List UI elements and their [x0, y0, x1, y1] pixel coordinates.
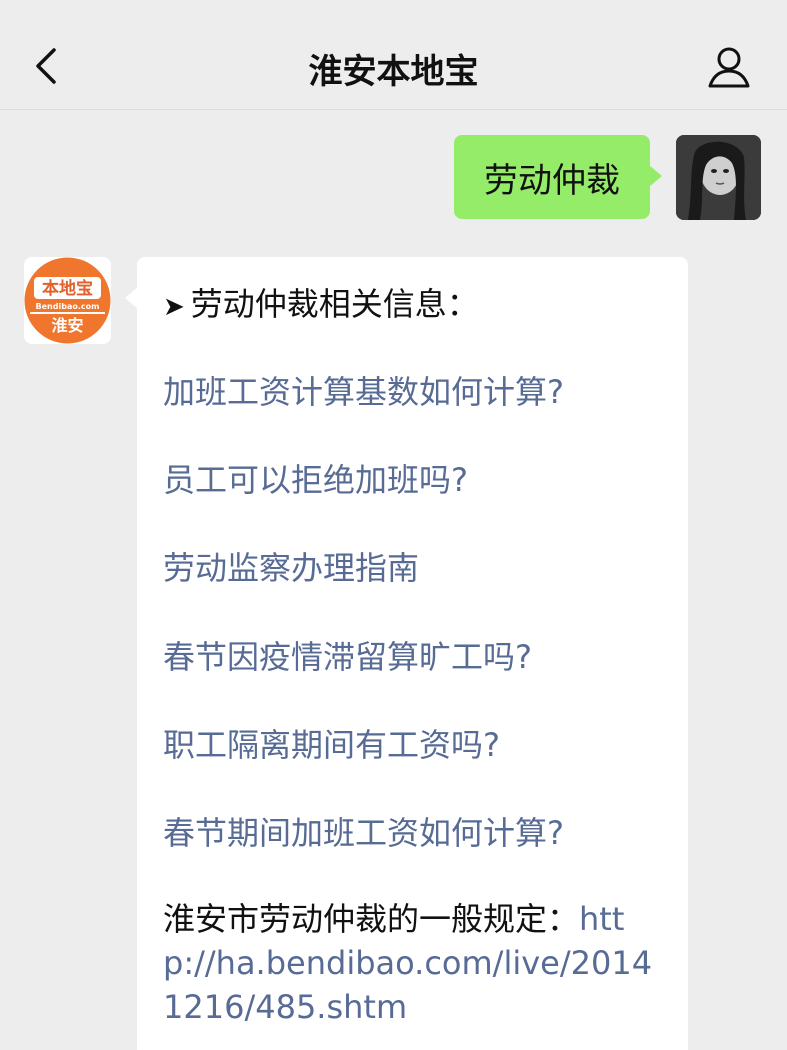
- bot-avatar[interactable]: 本地宝 Bendibao.com 淮安: [24, 257, 111, 344]
- page-title: 淮安本地宝: [308, 52, 479, 92]
- user-avatar[interactable]: [676, 135, 761, 220]
- link-stranded-absence[interactable]: 春节因疫情滞留算旷工吗?: [163, 632, 532, 678]
- arrow-icon: ➤: [163, 292, 185, 322]
- chat-screen: 淮安本地宝 劳动仲裁 本地宝 Bendibao.com 淮安 ➤ 劳动仲裁相关信…: [0, 0, 787, 1050]
- svg-text:Bendibao.com: Bendibao.com: [36, 302, 100, 311]
- link-refuse-overtime[interactable]: 员工可以拒绝加班吗?: [163, 455, 468, 501]
- svg-text:本地宝: 本地宝: [42, 278, 93, 299]
- svg-text:淮安: 淮安: [51, 316, 83, 335]
- link-overtime-base[interactable]: 加班工资计算基数如何计算?: [163, 367, 564, 413]
- heading-text: 劳动仲裁相关信息：: [190, 285, 479, 323]
- message-heading: ➤ 劳动仲裁相关信息：: [163, 279, 479, 325]
- bendibao-logo: 本地宝 Bendibao.com 淮安: [24, 257, 111, 344]
- outgoing-message[interactable]: 劳动仲裁: [454, 135, 662, 219]
- link-quarantine-salary[interactable]: 职工隔离期间有工资吗?: [163, 720, 500, 766]
- rule-text: 淮安市劳动仲裁的一般规定：http://ha.bendibao.com/live…: [163, 897, 668, 1029]
- chat-header: 淮安本地宝: [0, 0, 787, 110]
- link-labor-inspection[interactable]: 劳动监察办理指南: [163, 543, 419, 589]
- incoming-message: ➤ 劳动仲裁相关信息： 加班工资计算基数如何计算? 员工可以拒绝加班吗? 劳动监察…: [125, 257, 688, 1050]
- user-photo: [676, 135, 761, 220]
- rule-prefix: 淮安市劳动仲裁的一般规定：: [163, 900, 580, 938]
- link-spring-overtime[interactable]: 春节期间加班工资如何计算?: [163, 808, 564, 854]
- person-icon: [708, 47, 750, 88]
- profile-button[interactable]: [704, 42, 754, 92]
